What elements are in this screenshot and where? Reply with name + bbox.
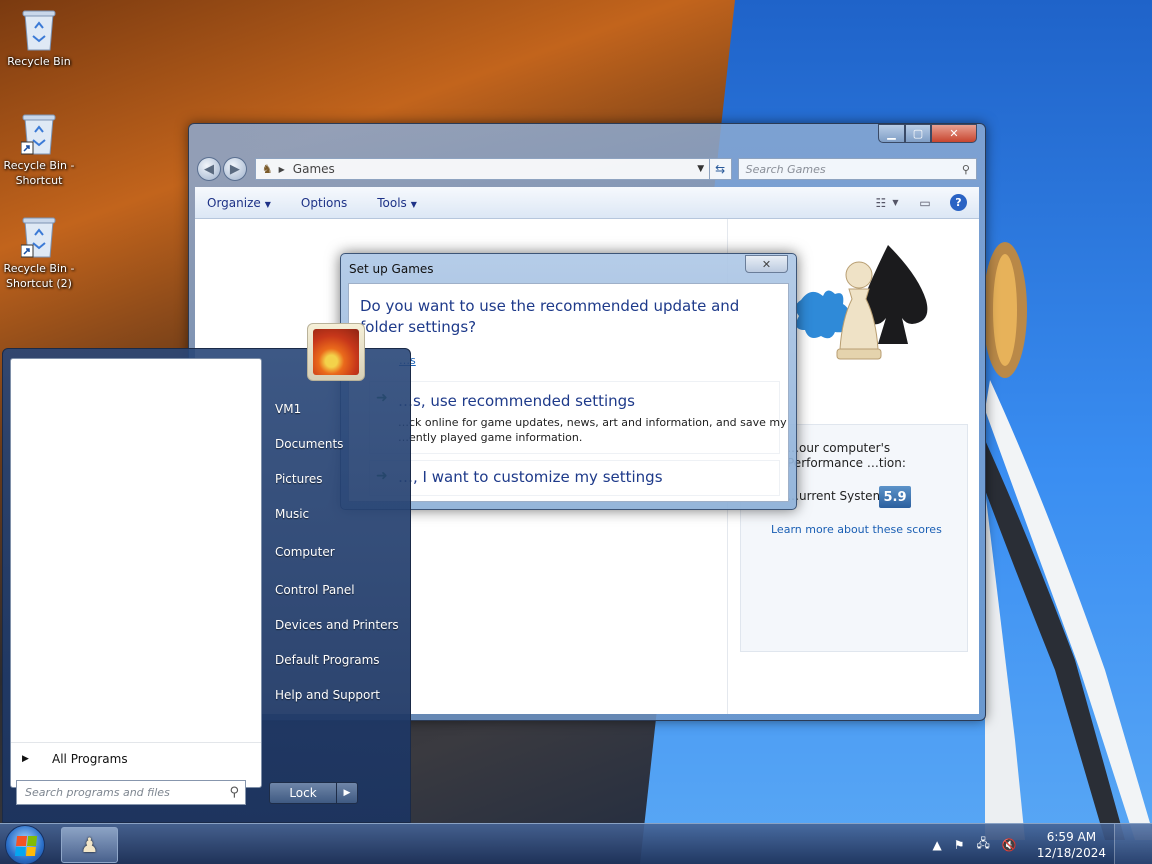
recycle-bin-shortcut-icon bbox=[20, 112, 57, 156]
triangle-right-icon: ▶ bbox=[22, 753, 29, 764]
performance-text: …our computer's Performance …tion: bbox=[787, 441, 906, 470]
desktop-icon-label: Recycle Bin bbox=[7, 55, 71, 68]
windows-logo-icon bbox=[14, 836, 38, 856]
lock-button-group: Lock ▶ bbox=[269, 782, 359, 804]
address-path: Games bbox=[292, 162, 335, 176]
desktop-icon-recycle-bin-shortcut[interactable]: Recycle Bin - Shortcut bbox=[0, 112, 78, 188]
taskbar-games-button[interactable]: ♟ bbox=[61, 827, 118, 863]
all-programs-item[interactable]: ▶ All Programs bbox=[11, 742, 261, 774]
back-button[interactable]: ◀ bbox=[197, 157, 221, 181]
start-search-placeholder: Search programs and files bbox=[25, 786, 170, 799]
address-bar[interactable]: ♞ ▶ Games ▼ bbox=[254, 158, 710, 180]
option-customize-settings[interactable]: ➜ …, I want to customize my settings bbox=[369, 460, 780, 496]
minimize-button[interactable]: ▁ bbox=[878, 124, 905, 143]
user-picture[interactable] bbox=[307, 323, 365, 381]
option-description: …ck online for game updates, news, art a… bbox=[398, 416, 787, 444]
dialog-question: Do you want to use the recommended updat… bbox=[360, 297, 740, 336]
desktop-icon-label: Recycle Bin - Shortcut (2) bbox=[3, 262, 75, 290]
search-input[interactable]: Search Games ⚲ bbox=[737, 158, 977, 180]
start-item-computer[interactable]: Computer bbox=[275, 545, 335, 559]
start-item-documents[interactable]: Documents bbox=[275, 437, 343, 451]
organize-menu[interactable]: Organize ▼ bbox=[207, 196, 271, 210]
chevron-right-icon: ▶ bbox=[278, 164, 285, 174]
desktop-icon-recycle-bin-shortcut-2[interactable]: Recycle Bin - Shortcut (2) bbox=[0, 215, 78, 291]
start-item-devices-and-printers[interactable]: Devices and Printers bbox=[275, 618, 399, 632]
start-item-pictures[interactable]: Pictures bbox=[275, 472, 323, 486]
maximize-button[interactable]: ▢ bbox=[905, 124, 931, 143]
start-item-default-programs[interactable]: Default Programs bbox=[275, 653, 380, 667]
start-menu-programs-list: ▶ All Programs bbox=[10, 358, 262, 788]
chevron-down-icon: ▼ bbox=[264, 199, 271, 209]
option-title: …s, use recommended settings bbox=[398, 392, 635, 410]
command-bar: Organize ▼ Options Tools ▼ ☷ ▼ ▭ ? bbox=[195, 187, 979, 219]
taskbar: ♟ ▲ ⚑ 🖧 🔇 6:59 AM 12/18/2024 bbox=[0, 823, 1152, 864]
clock-date: 12/18/2024 bbox=[1036, 845, 1106, 860]
network-icon[interactable]: 🖧 bbox=[976, 834, 989, 855]
show-desktop-button[interactable] bbox=[1114, 824, 1152, 864]
learn-more-link[interactable]: Learn more about these scores bbox=[771, 523, 942, 536]
start-item-vm1[interactable]: VM1 bbox=[275, 402, 301, 416]
close-button[interactable]: ✕ bbox=[931, 124, 977, 143]
volume-muted-icon[interactable]: 🔇 bbox=[1002, 838, 1017, 852]
search-placeholder: Search Games bbox=[745, 162, 826, 176]
option-title: …, I want to customize my settings bbox=[398, 468, 663, 486]
chevron-down-icon[interactable]: ▼ bbox=[693, 164, 709, 174]
dialog-close-button[interactable]: ✕ bbox=[745, 255, 788, 273]
current-system-label: …urrent System bbox=[787, 489, 885, 503]
system-tray: ▲ ⚑ 🖧 🔇 6:59 AM 12/18/2024 bbox=[926, 824, 1106, 864]
games-artwork bbox=[795, 245, 928, 360]
flower-avatar-icon bbox=[313, 329, 359, 375]
start-button[interactable] bbox=[5, 825, 45, 864]
space-needle-graphic bbox=[985, 242, 1152, 840]
tools-menu[interactable]: Tools ▼ bbox=[377, 196, 417, 210]
search-icon[interactable]: ⚲ bbox=[962, 163, 970, 176]
help-icon[interactable]: ? bbox=[950, 194, 967, 211]
navigation-bar: ◀ ▶ ♞ ▶ Games ▼ ⇆ Search Games ⚲ bbox=[197, 156, 977, 182]
desktop-icon-recycle-bin[interactable]: Recycle Bin bbox=[0, 8, 78, 69]
chess-pawn-icon: ♟ bbox=[80, 833, 99, 857]
lock-button[interactable]: Lock bbox=[269, 782, 337, 804]
chevron-down-icon: ▼ bbox=[410, 199, 417, 209]
refresh-button[interactable]: ⇆ bbox=[709, 158, 732, 180]
option-recommended-settings[interactable]: ➜ …s, use recommended settings …ck onlin… bbox=[369, 381, 787, 454]
shutdown-options-arrow-icon[interactable]: ▶ bbox=[337, 782, 358, 804]
preview-pane-icon[interactable]: ▭ bbox=[916, 195, 934, 211]
games-folder-icon: ♞ bbox=[261, 162, 273, 176]
desktop-icon-label: Recycle Bin - Shortcut bbox=[3, 159, 75, 187]
all-programs-label: All Programs bbox=[52, 751, 128, 766]
start-item-help-and-support[interactable]: Help and Support bbox=[275, 688, 380, 702]
recycle-bin-shortcut-icon bbox=[20, 215, 57, 259]
performance-score-badge: 5.9 bbox=[879, 486, 911, 508]
dialog-body: Do you want to use the recommended updat… bbox=[348, 283, 789, 502]
recycle-bin-icon bbox=[21, 8, 57, 52]
clock[interactable]: 6:59 AM 12/18/2024 bbox=[1037, 829, 1106, 861]
start-search-input[interactable]: Search programs and files ⚲ bbox=[16, 780, 246, 805]
dialog-title: Set up Games bbox=[349, 262, 434, 276]
view-options-icon[interactable]: ☷ ▼ bbox=[876, 195, 899, 211]
window-caption-buttons: ▁ ▢ ✕ bbox=[878, 124, 977, 143]
start-item-control-panel[interactable]: Control Panel bbox=[275, 583, 355, 597]
clock-time: 6:59 AM bbox=[1046, 829, 1097, 844]
show-hidden-icons-icon[interactable]: ▲ bbox=[932, 838, 941, 852]
action-center-flag-icon[interactable]: ⚑ bbox=[954, 838, 965, 852]
search-icon[interactable]: ⚲ bbox=[229, 785, 239, 800]
options-button[interactable]: Options bbox=[301, 196, 347, 210]
start-menu: ▶ All Programs Search programs and files… bbox=[2, 348, 411, 823]
start-item-music[interactable]: Music bbox=[275, 507, 309, 521]
forward-button[interactable]: ▶ bbox=[222, 157, 247, 181]
command-bar-right: ☷ ▼ ▭ ? bbox=[868, 194, 979, 211]
